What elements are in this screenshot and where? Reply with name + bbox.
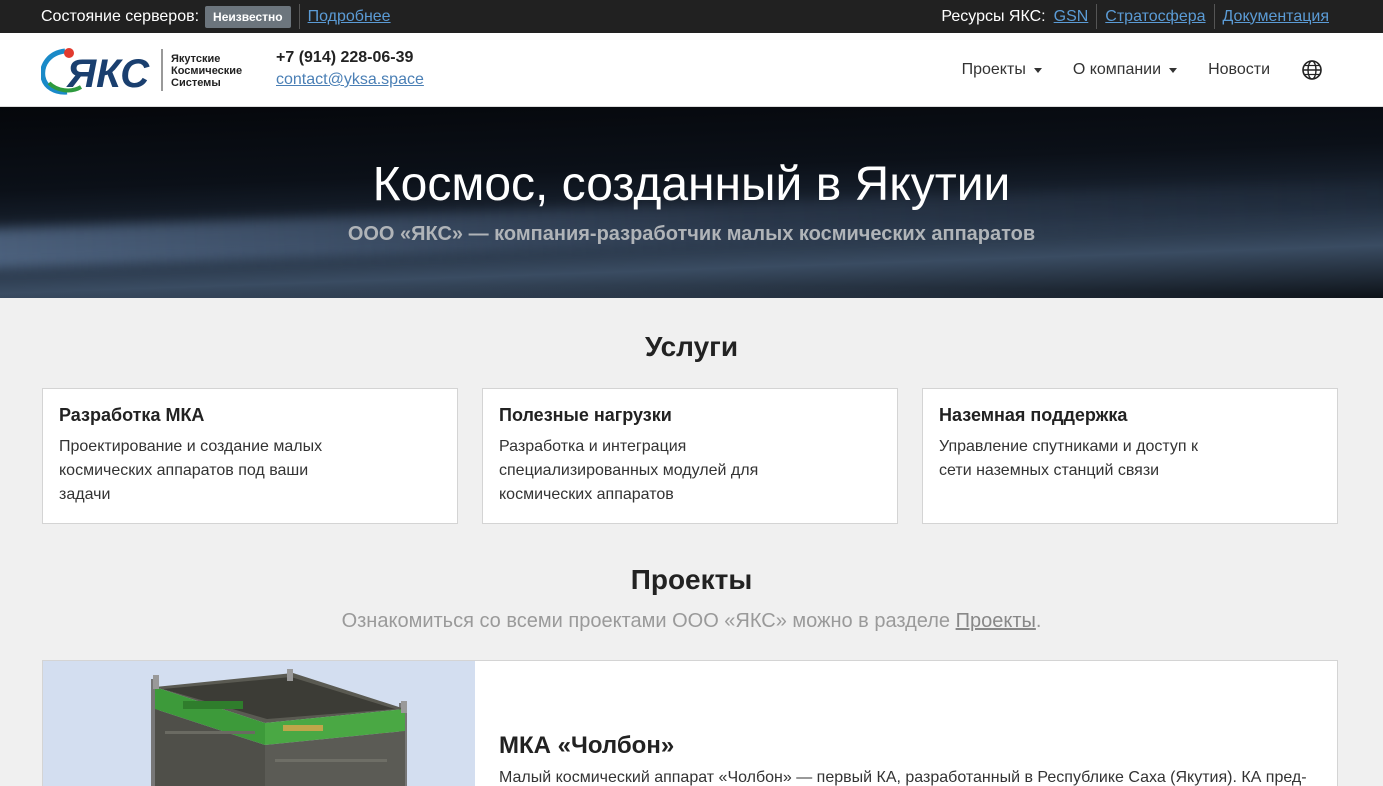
services-title: Услуги [644,331,739,362]
nav-item-label: О компании [1072,61,1162,78]
phone-number[interactable]: +7 (914) 228-06-39 [276,49,424,67]
logo-word: Якутские [171,53,221,65]
projects-subtitle-end: . [1035,610,1042,632]
server-status-label: Состояние серверов: [41,7,200,25]
divider [1213,4,1215,29]
hero-subtitle: ООО «ЯКС» — компания-разработчик малых к… [347,223,1036,245]
satellite-image [43,661,475,786]
top-bar: Состояние серверов: Неизвестно Подробнее… [0,0,1383,33]
service-card-text: Проектирование и создание малых космичес… [59,438,323,503]
caret-down-icon [1033,67,1042,73]
email-link[interactable]: contact@yksa.space [276,71,424,88]
language-button[interactable] [1301,59,1323,81]
nav-item-label: Новости [1208,61,1270,78]
hero-title: Космос, созданный в Якутии [372,158,1011,211]
globe-icon [1302,60,1322,80]
divider [298,4,300,29]
projects-title: Проекты [630,564,753,595]
resource-link-stratosphere[interactable]: Стратосфера [1105,8,1205,26]
site-header: ЯКС Якутские Космические Системы +7 (914… [0,33,1383,107]
caret-down-icon [1169,67,1178,73]
project-name[interactable]: МКА «Чолбон» [499,732,674,760]
logo-mark: ЯКС [41,48,163,95]
projects-link[interactable]: Проекты [956,610,1036,632]
logo-word: Системы [171,77,221,89]
service-card: Наземная поддержка Управление спутниками… [922,388,1338,524]
projects-subtitle: Ознакомиться со всеми проектами ООО «ЯКС… [0,610,1383,633]
server-status: Состояние серверов: Неизвестно Подробнее [41,0,391,33]
hero-banner: Космос, созданный в Якутии ООО «ЯКС» — к… [0,107,1383,298]
details-link[interactable]: Подробнее [308,8,391,26]
service-card-title: Разработка МКА [59,405,205,425]
project-description: Малый космический аппарат «Чолбон» — пер… [499,769,1307,786]
resource-link-gsn[interactable]: GSN [1054,8,1089,26]
status-badge: Неизвестно [205,5,291,28]
company-logo[interactable]: ЯКС Якутские Космические Системы [41,43,251,95]
logo-words: Якутские Космические Системы [171,53,242,89]
service-card-text: Управление спутниками и доступ к сети на… [939,438,1199,479]
service-card-title: Наземная поддержка [939,405,1128,425]
logo-word: Космические [171,65,243,77]
service-card: Полезные нагрузки Разработка и интеграци… [482,388,898,524]
contacts: +7 (914) 228-06-39 contact@yksa.space [276,49,424,89]
service-card-text: Разработка и интеграция специализированн… [499,438,759,503]
nav-item-projects[interactable]: Проекты [962,61,1042,79]
project-card[interactable]: МКА «Чолбон» Малый космический аппарат «… [42,660,1338,786]
service-card: Разработка МКА Проектирование и создание… [42,388,458,524]
logo-text: ЯКС [66,52,150,95]
divider [1096,4,1098,29]
nav-item-news[interactable]: Новости [1208,61,1270,79]
nav-item-about[interactable]: О компании [1072,61,1178,79]
cubesat-illustration [151,669,407,786]
main-nav: Проекты О компании Новости [931,33,1323,107]
projects-subtitle-text: Ознакомиться со всеми проектами ООО «ЯКС… [341,610,956,632]
resources: Ресурсы ЯКС: GSN Стратосфера Документаци… [941,0,1329,33]
resource-link-documentation[interactable]: Документация [1223,8,1329,26]
nav-item-label: Проекты [961,61,1026,78]
service-card-title: Полезные нагрузки [499,405,672,425]
resources-label: Ресурсы ЯКС: [941,7,1046,25]
